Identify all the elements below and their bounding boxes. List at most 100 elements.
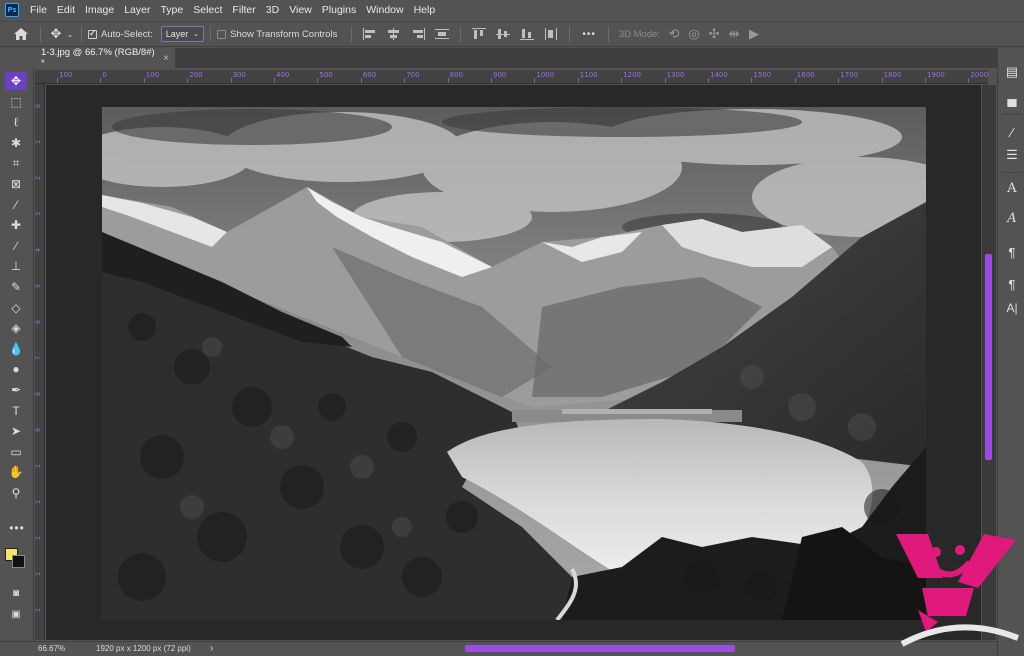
options-bar: ✥ ⌄ Auto-Select: Layer ⌄ Show Transform … xyxy=(0,21,1024,47)
ruler-label: 300 xyxy=(232,71,246,79)
menu-image[interactable]: Image xyxy=(80,0,119,20)
align-left-icon[interactable] xyxy=(363,28,377,40)
lasso-tool-icon[interactable]: ℓ xyxy=(5,113,27,131)
3d-camera-icon[interactable]: ▶ xyxy=(744,26,764,42)
ruler-label: 1100 xyxy=(579,71,598,79)
menu-edit[interactable]: Edit xyxy=(52,0,80,20)
menu-view[interactable]: View xyxy=(284,0,317,20)
ruler-label: 1000 xyxy=(536,71,555,79)
separator xyxy=(607,26,609,42)
auto-select-target-dropdown[interactable]: Layer ⌄ xyxy=(160,26,205,42)
distribute-icon[interactable] xyxy=(435,28,450,40)
align-middle-v-icon[interactable] xyxy=(496,28,511,40)
history-panel-icon[interactable]: ▤ xyxy=(1002,62,1022,82)
menu-bar: Ps File Edit Image Layer Type Select Fil… xyxy=(0,0,1024,20)
paint-bucket-tool-icon[interactable]: ◈ xyxy=(5,319,27,337)
adjustments-panel-icon[interactable]: ☰ xyxy=(1002,145,1022,165)
marquee-tool-icon[interactable]: ⬚ xyxy=(5,93,27,111)
crop-tool-icon[interactable]: ⌗ xyxy=(5,154,27,172)
vertical-ruler: 0 1 2 3 4 5 6 7 8 9 1 1 1 1 1 xyxy=(35,84,45,640)
more-options-button[interactable]: ••• xyxy=(582,29,596,40)
path-select-tool-icon[interactable]: ➤ xyxy=(5,422,27,440)
status-menu-arrow-icon[interactable]: › xyxy=(210,643,213,654)
screen-mode-icon[interactable]: ▣ xyxy=(5,605,27,623)
chevron-down-icon: ⌄ xyxy=(193,31,200,38)
eyedropper-tool-icon[interactable]: ⁄ xyxy=(5,196,27,214)
distribute-v-icon[interactable] xyxy=(544,28,558,40)
type-tool-icon[interactable]: T xyxy=(5,402,27,420)
3d-orbit-icon[interactable]: ⟲ xyxy=(664,26,684,42)
menu-plugins[interactable]: Plugins xyxy=(317,0,361,20)
menu-filter[interactable]: Filter xyxy=(227,0,260,20)
3d-roll-icon[interactable]: ◎ xyxy=(684,26,704,42)
align-top-icon[interactable] xyxy=(472,28,487,40)
menu-3d[interactable]: 3D xyxy=(261,0,284,20)
blur-tool-icon[interactable]: 💧 xyxy=(5,340,27,358)
transform-controls-checkbox[interactable] xyxy=(217,29,227,39)
brush-panel-icon[interactable]: ∕ xyxy=(1002,122,1022,142)
ruler-label: 2000 xyxy=(970,71,989,79)
close-icon[interactable]: × xyxy=(163,53,169,64)
ruler-label: 1 xyxy=(35,536,42,540)
edit-toolbar-button[interactable]: ••• xyxy=(0,521,34,535)
separator xyxy=(81,26,82,42)
chevron-down-icon[interactable]: ⌄ xyxy=(65,30,75,39)
document-image[interactable] xyxy=(102,107,926,620)
move-tool-icon[interactable]: ✥ xyxy=(47,26,65,42)
ruler-label: 7 xyxy=(35,356,42,360)
zoom-tool-icon[interactable]: ⚲ xyxy=(5,484,27,502)
rectangle-tool-icon[interactable]: ▭ xyxy=(5,443,27,461)
separator xyxy=(1002,172,1022,173)
zoom-level[interactable]: 66.67% xyxy=(38,644,65,653)
character-panel-icon[interactable]: A| xyxy=(1002,298,1022,318)
ruler-tick xyxy=(968,78,970,83)
dodge-tool-icon[interactable]: ● xyxy=(5,360,27,378)
eraser-tool-icon[interactable]: ◇ xyxy=(5,299,27,317)
align-right-icon[interactable] xyxy=(411,28,426,40)
align-bottom-icon[interactable] xyxy=(520,28,535,40)
background-color-swatch[interactable] xyxy=(12,555,25,568)
ruler-tick xyxy=(534,78,536,83)
auto-select-label: Auto-Select: xyxy=(101,28,153,40)
brush-tool-icon[interactable]: ∕ xyxy=(5,237,27,255)
glyphs-panel-icon[interactable]: A xyxy=(1002,208,1022,228)
separator xyxy=(1002,114,1022,115)
menu-file[interactable]: File xyxy=(25,0,52,20)
auto-select-checkbox[interactable] xyxy=(88,28,97,39)
comments-panel-icon[interactable]: ▄ xyxy=(1002,88,1022,108)
menu-layer[interactable]: Layer xyxy=(119,0,155,20)
quick-mask-icon[interactable]: ◙ xyxy=(5,584,27,602)
pen-tool-icon[interactable]: ✒ xyxy=(5,381,27,399)
home-icon[interactable] xyxy=(10,28,32,40)
ruler-label: 800 xyxy=(449,71,463,79)
ruler-label: 3 xyxy=(35,212,42,216)
menu-window[interactable]: Window xyxy=(361,0,408,20)
separator xyxy=(351,26,353,42)
3d-slide-icon[interactable]: ⇹ xyxy=(724,26,744,42)
menu-type[interactable]: Type xyxy=(155,0,188,20)
paragraph-styles-icon[interactable]: ¶ xyxy=(1002,242,1022,262)
character-styles-icon[interactable]: A xyxy=(1002,178,1022,198)
ruler-label: 1 xyxy=(35,608,42,612)
history-brush-tool-icon[interactable]: ✎ xyxy=(5,278,27,296)
ruler-tick xyxy=(143,78,145,83)
horizontal-scrollbar-thumb[interactable] xyxy=(465,645,735,652)
document-tab-title: 1-3.jpg @ 66.7% (RGB/8#) * xyxy=(41,47,155,69)
ruler-tick xyxy=(274,78,275,83)
separator xyxy=(210,26,212,42)
frame-tool-icon[interactable]: ⊠ xyxy=(5,175,27,193)
paragraph-panel-icon[interactable]: ¶ xyxy=(1002,274,1022,294)
ruler-label: 1700 xyxy=(840,71,859,79)
3d-pan-icon[interactable]: ✣ xyxy=(704,26,724,42)
ruler-tick xyxy=(794,78,796,83)
align-center-h-icon[interactable] xyxy=(387,28,401,40)
move-tool-icon[interactable]: ✥ xyxy=(5,72,27,90)
healing-tool-icon[interactable]: ✚ xyxy=(5,216,27,234)
vertical-scrollbar-thumb[interactable] xyxy=(985,254,992,460)
stamp-tool-icon[interactable]: ⊥ xyxy=(5,257,27,275)
menu-select[interactable]: Select xyxy=(188,0,227,20)
menu-help[interactable]: Help xyxy=(409,0,441,20)
hand-tool-icon[interactable]: ✋ xyxy=(5,463,27,481)
magic-wand-tool-icon[interactable]: ✱ xyxy=(5,134,27,152)
document-tab[interactable]: 1-3.jpg @ 66.7% (RGB/8#) * × xyxy=(35,47,175,69)
